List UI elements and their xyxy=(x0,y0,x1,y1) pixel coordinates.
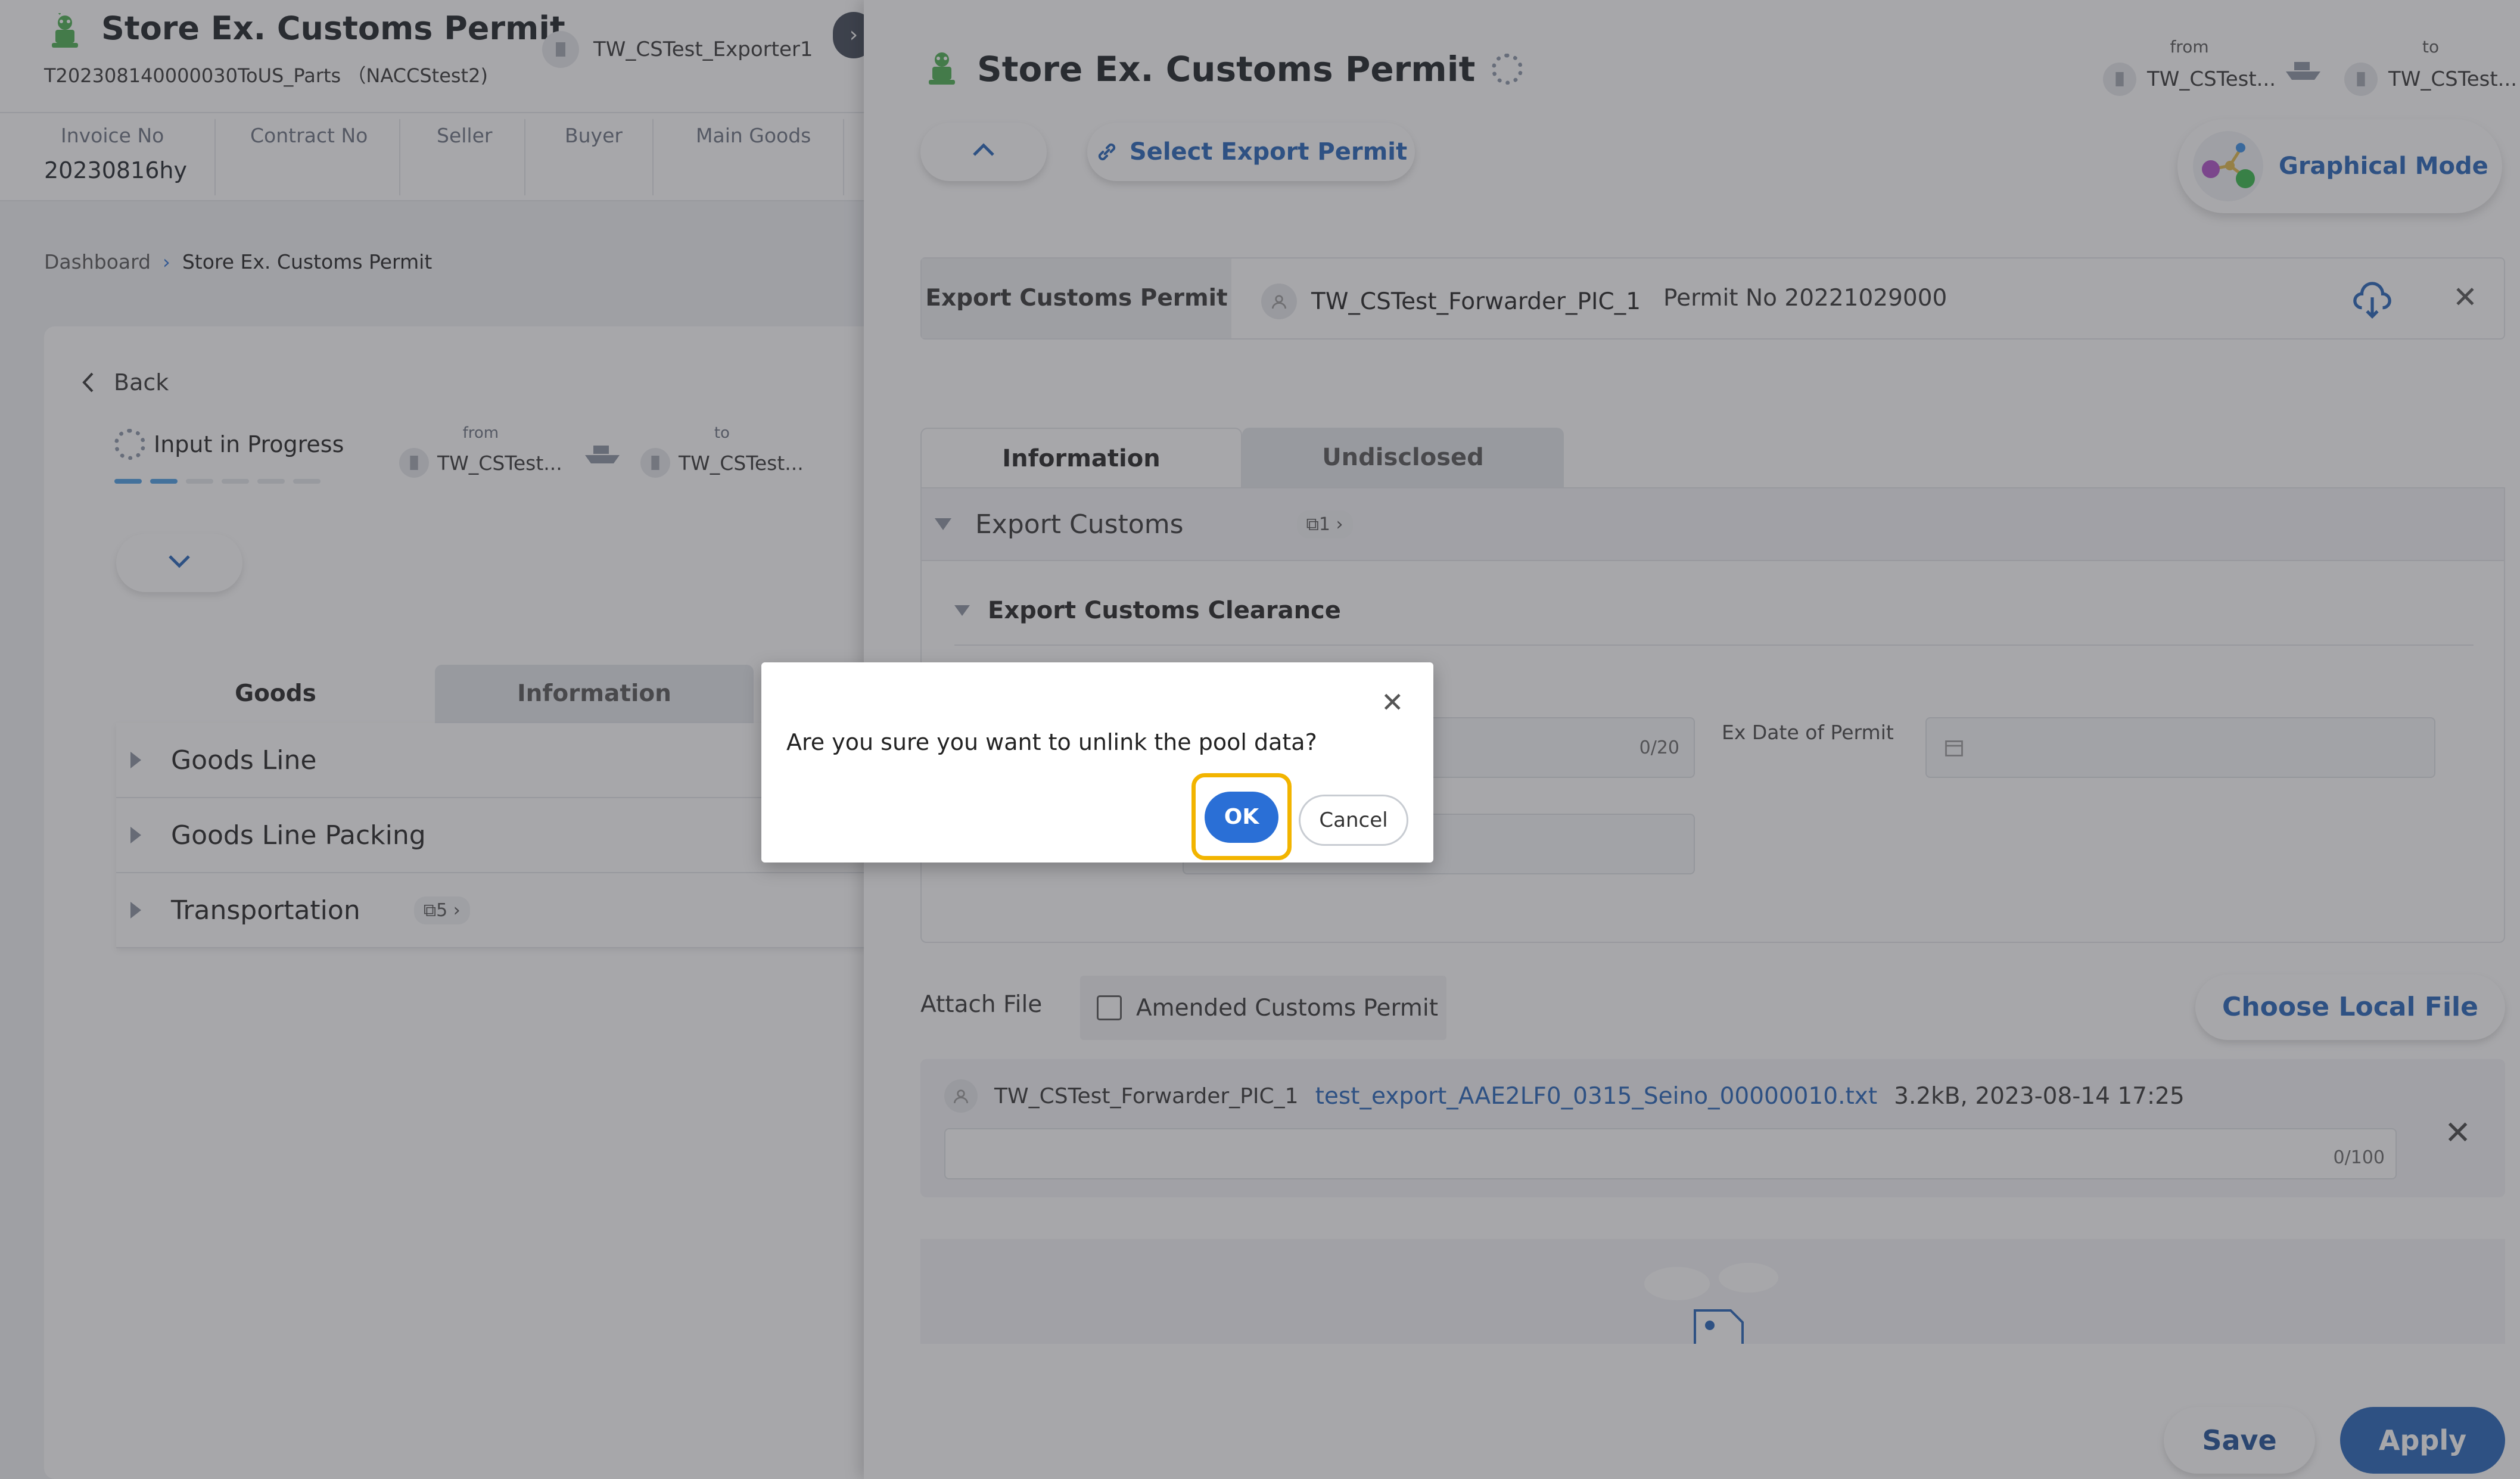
dialog-message: Are you sure you want to unlink the pool… xyxy=(786,729,1317,755)
cancel-button[interactable]: Cancel xyxy=(1299,795,1408,846)
ok-highlight: OK xyxy=(1191,773,1292,860)
confirm-dialog: ✕ Are you sure you want to unlink the po… xyxy=(761,662,1433,863)
ok-button[interactable]: OK xyxy=(1205,792,1278,843)
app-root: Store Ex. Customs Permit T20230814000003… xyxy=(0,0,2520,1479)
close-icon[interactable]: ✕ xyxy=(1381,686,1404,718)
